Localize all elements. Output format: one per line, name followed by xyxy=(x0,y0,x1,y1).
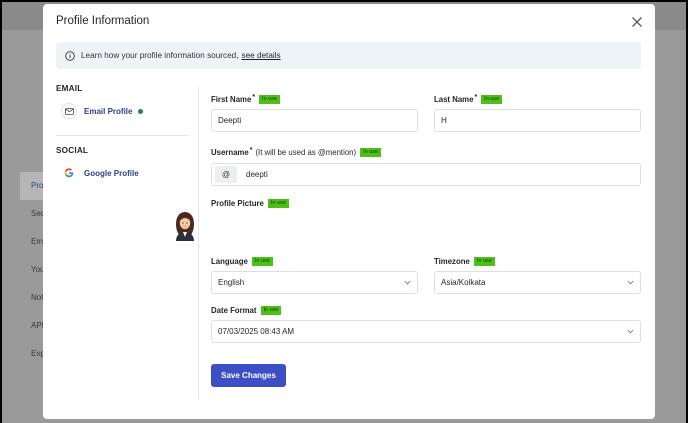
language-value: English xyxy=(218,278,245,287)
chevron-down-icon xyxy=(404,280,411,285)
date-format-label-text: Date Format xyxy=(211,306,257,315)
active-status-dot xyxy=(138,108,144,114)
email-profile-label: Email Profile xyxy=(84,106,133,116)
date-format-value: 07/03/2025 08:43 AM xyxy=(218,327,295,336)
username-label: Username * (It will be used as @mention) … xyxy=(211,147,382,157)
date-format-label: Date Format In use xyxy=(211,306,282,315)
last-name-label: Last Name * In use xyxy=(434,94,503,104)
first-name-label: First Name * In use xyxy=(211,94,281,104)
username-value: deepti xyxy=(246,170,268,179)
required-mark: * xyxy=(249,147,253,154)
profile-modal: Profile Information Learn how your profi… xyxy=(43,4,655,419)
modal-title: Profile Information xyxy=(56,15,150,27)
language-label: Language In use xyxy=(211,257,273,266)
username-label-text: Username xyxy=(211,148,249,157)
google-profile-item[interactable]: Google Profile xyxy=(61,163,191,183)
profile-picture-label: Profile Picture In use xyxy=(211,199,289,208)
timezone-label-text: Timezone xyxy=(434,257,470,266)
info-text: Learn how your profile information sourc… xyxy=(81,51,239,60)
info-icon xyxy=(65,50,75,61)
username-note: (It will be used as @mention) xyxy=(255,148,357,157)
username-input[interactable]: @ deepti xyxy=(211,163,641,186)
in-use-badge: In use xyxy=(251,257,273,266)
in-use-badge: In use xyxy=(259,95,281,104)
profile-sources: EMAIL Email Profile SOCIAL Google Profil… xyxy=(56,84,191,183)
column-divider xyxy=(198,87,199,399)
last-name-label-text: Last Name xyxy=(434,95,474,104)
chevron-down-icon xyxy=(627,280,634,285)
social-section-label: SOCIAL xyxy=(56,146,89,155)
mail-icon xyxy=(61,103,77,119)
google-icon xyxy=(61,165,77,181)
first-name-input[interactable]: Deepti xyxy=(211,109,418,132)
language-select[interactable]: English xyxy=(211,271,418,294)
first-name-value: Deepti xyxy=(218,116,242,125)
at-prefix: @ xyxy=(215,166,237,183)
info-banner: Learn how your profile information sourc… xyxy=(56,42,641,69)
in-use-badge: In use xyxy=(267,199,289,208)
save-changes-button[interactable]: Save Changes xyxy=(211,364,286,387)
in-use-badge: In use xyxy=(260,306,282,315)
timezone-select[interactable]: Asia/Kolkata xyxy=(434,271,641,294)
in-use-badge: In use xyxy=(481,95,503,104)
in-use-badge: In use xyxy=(360,148,382,157)
google-profile-label: Google Profile xyxy=(84,168,139,178)
avatar[interactable] xyxy=(173,210,197,241)
in-use-badge: In use xyxy=(473,257,495,266)
timezone-value: Asia/Kolkata xyxy=(441,278,486,287)
required-mark: * xyxy=(252,94,256,101)
required-mark: * xyxy=(474,94,478,101)
language-label-text: Language xyxy=(211,257,248,266)
see-details-link[interactable]: see details xyxy=(241,51,280,60)
first-name-label-text: First Name xyxy=(211,95,252,104)
last-name-input[interactable]: H xyxy=(434,109,641,132)
chevron-down-icon xyxy=(627,329,634,334)
timezone-label: Timezone In use xyxy=(434,257,495,266)
date-format-select[interactable]: 07/03/2025 08:43 AM xyxy=(211,320,641,343)
last-name-value: H xyxy=(441,116,447,125)
profile-picture-label-text: Profile Picture xyxy=(211,199,264,208)
email-section-label: EMAIL xyxy=(56,84,83,93)
email-profile-item[interactable]: Email Profile xyxy=(61,101,191,121)
sources-divider xyxy=(56,135,189,136)
close-icon[interactable] xyxy=(631,16,643,28)
